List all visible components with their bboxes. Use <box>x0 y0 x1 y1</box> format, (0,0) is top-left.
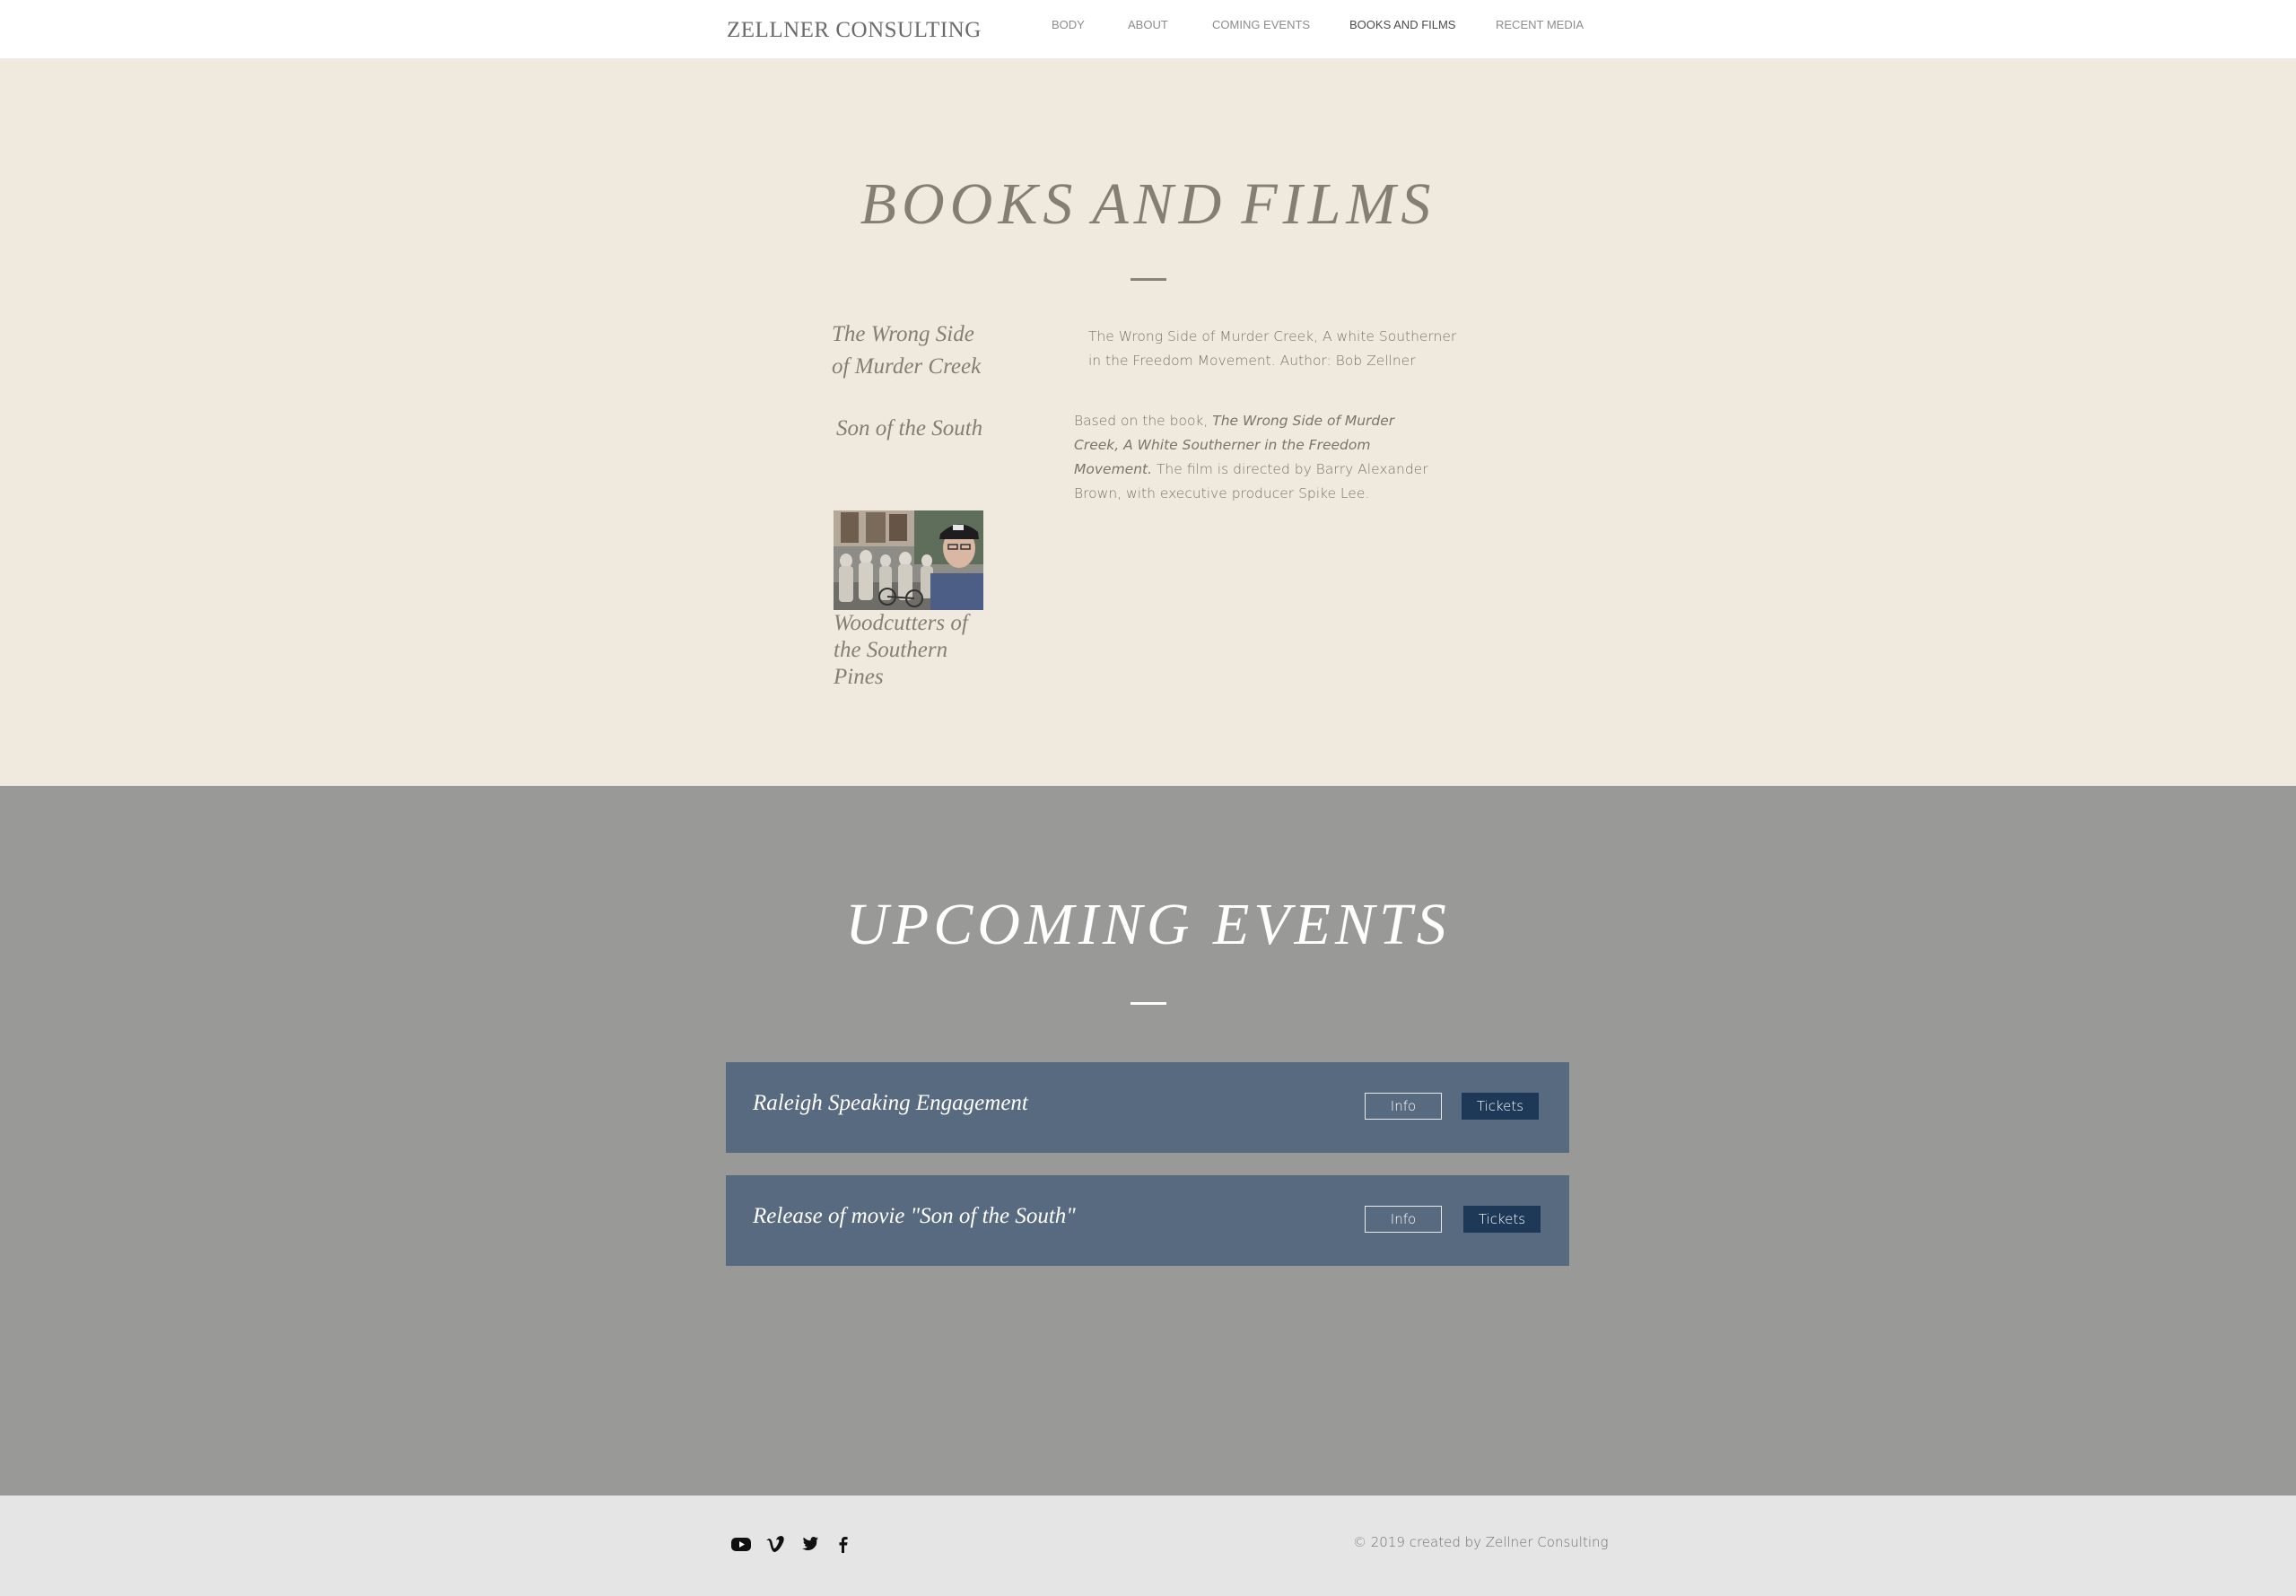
book-photo <box>834 510 983 610</box>
tickets-button[interactable]: Tickets <box>1462 1093 1539 1120</box>
event-title[interactable]: Raleigh Speaking Engagement <box>753 1091 1028 1116</box>
nav-item-recent-media[interactable]: RECENT MEDIA <box>1496 18 1584 31</box>
info-button[interactable]: Info <box>1365 1093 1442 1120</box>
event-title[interactable]: Release of movie "Son of the South" <box>753 1204 1076 1229</box>
site-footer: © 2019 created by Zellner Consulting <box>0 1496 2296 1596</box>
books-and-films-section: BOOKS AND FILMS The Wrong Side of Murder C… <box>0 58 2296 786</box>
twitter-icon[interactable] <box>799 1533 820 1555</box>
book-heading-woodcutters: Woodcutters of the Southern Pines <box>834 611 968 689</box>
book-description-wrong-side: The Wrong Side of Murder Creek, A white … <box>1088 328 1457 369</box>
event-card: Release of movie "Son of the South" Info… <box>726 1175 1569 1266</box>
info-button[interactable]: Info <box>1365 1206 1442 1233</box>
nav-item-coming-events[interactable]: COMING EVENTS <box>1212 18 1310 31</box>
book-heading-wrong-side: The Wrong Side of Murder Creek <box>832 318 984 383</box>
photo-image <box>834 510 983 610</box>
nav-item-body[interactable]: BODY <box>1052 18 1085 31</box>
title-word: BOOKS <box>860 171 1078 237</box>
title-word: AND <box>1092 171 1227 237</box>
section-divider <box>1131 278 1166 281</box>
nav-item-books-and-films[interactable]: BOOKS AND FILMS <box>1349 18 1455 31</box>
main-nav: BODY ABOUT COMING EVENTS BOOKS AND FILMS… <box>0 18 2296 36</box>
title-word: FILMS <box>1241 171 1436 237</box>
section-title: UPCOMING EVENTS <box>845 892 1451 957</box>
facebook-icon[interactable] <box>833 1533 854 1555</box>
tickets-button[interactable]: Tickets <box>1463 1206 1541 1233</box>
book-heading-son-of-the-south: Son of the South <box>836 416 983 440</box>
youtube-icon[interactable] <box>730 1533 752 1555</box>
upcoming-events-section: UPCOMING EVENTS Raleigh Speaking Engagem… <box>0 786 2296 1496</box>
copyright-text: © 2019 created by Zellner Consulting <box>1353 1534 1609 1550</box>
section-title: BOOKS AND FILMS <box>0 170 2296 239</box>
heading-line: of Murder Creek <box>832 354 982 379</box>
heading-line: The Wrong Side <box>832 322 974 346</box>
event-card: Raleigh Speaking Engagement Info Tickets <box>726 1062 1569 1153</box>
section-divider <box>1131 1002 1166 1005</box>
desc-text: Based on the book, <box>1074 413 1213 429</box>
nav-item-about[interactable]: ABOUT <box>1128 18 1168 31</box>
site-header: ZELLNER CONSULTING BODY ABOUT COMING EVE… <box>0 0 2296 58</box>
book-description-son-of-the-south: Based on the book, The Wrong Side of Mur… <box>1074 409 1433 506</box>
vimeo-icon[interactable] <box>764 1533 786 1555</box>
